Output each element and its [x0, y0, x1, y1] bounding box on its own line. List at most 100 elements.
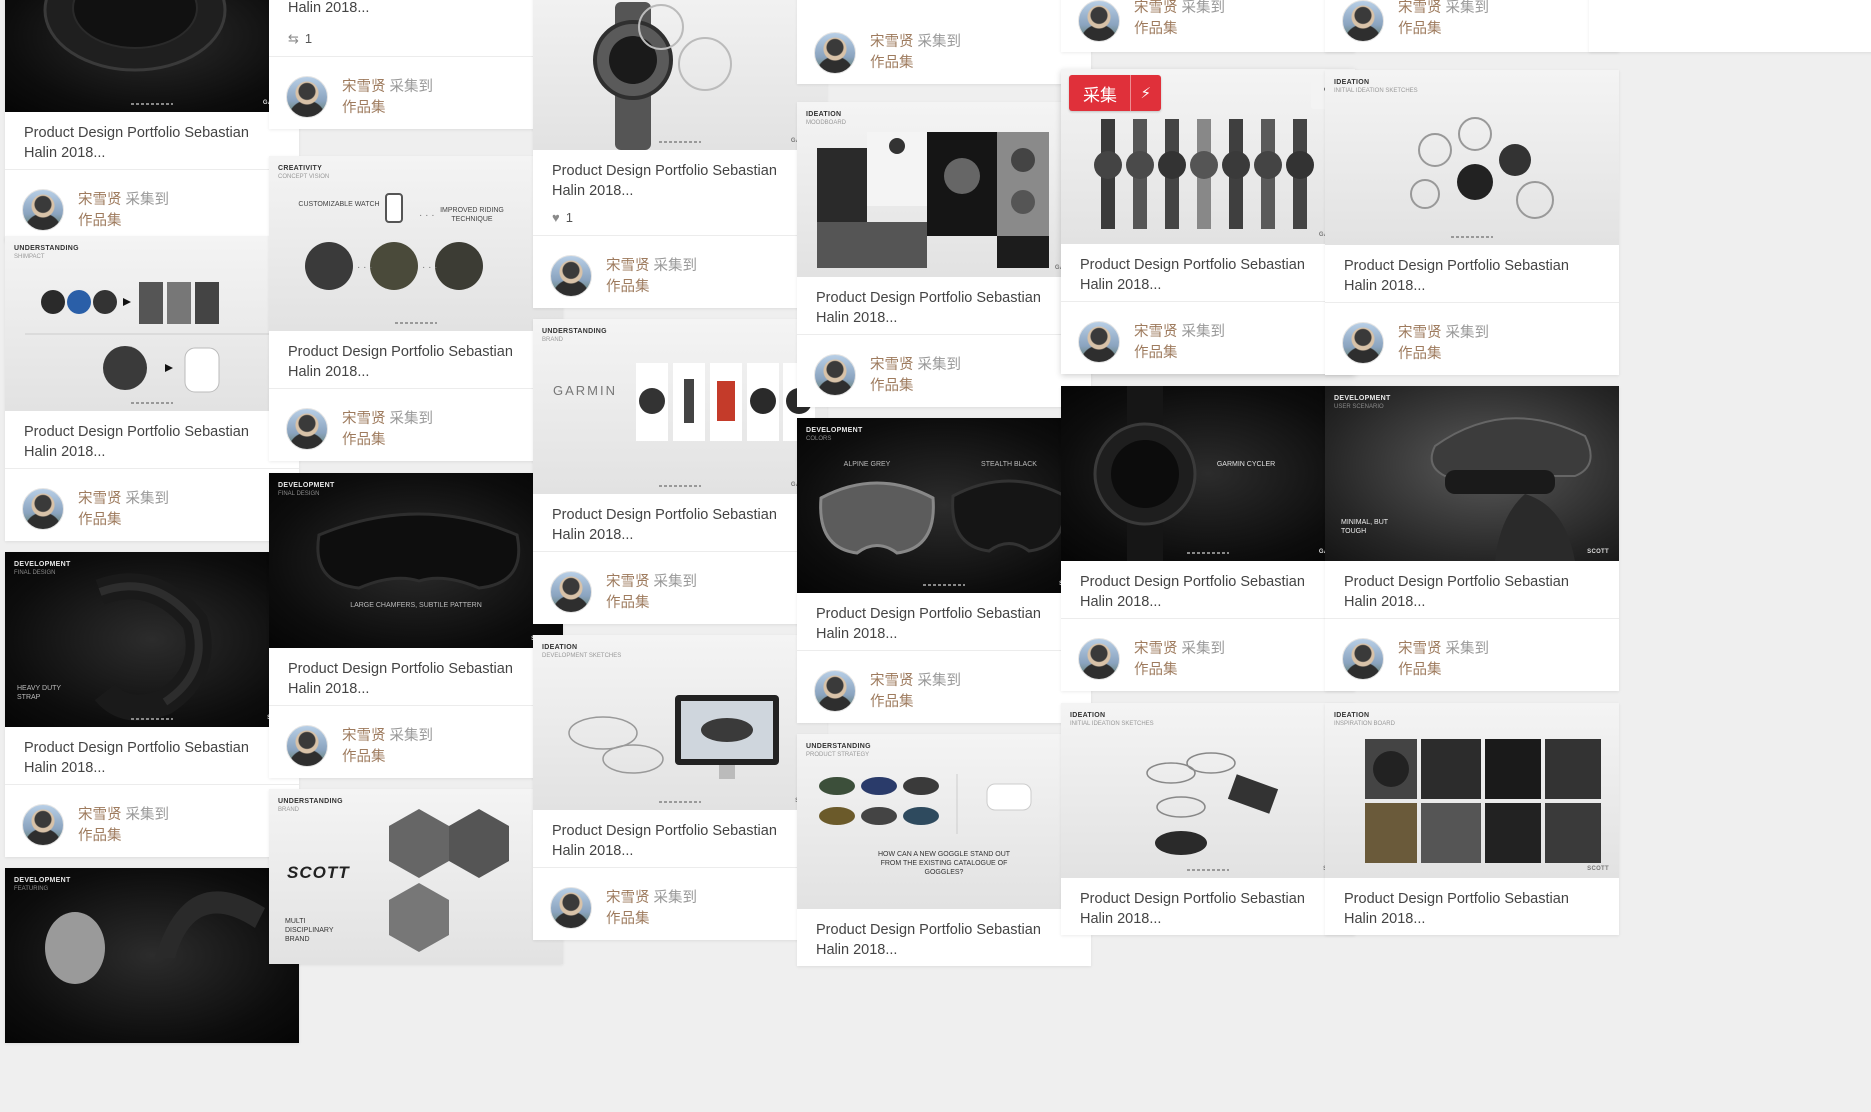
- avatar[interactable]: [1342, 638, 1384, 680]
- pin-image[interactable]: UNDERSTANDING BRAND SCOTT MULTI DISCIPLI…: [269, 789, 563, 964]
- pin-title[interactable]: Product Design Portfolio Sebastian Halin…: [797, 277, 1091, 334]
- pin-card[interactable]: GARMIN Product Design Portfolio Sebastia…: [5, 0, 299, 242]
- avatar[interactable]: [814, 32, 856, 74]
- collector-name[interactable]: 宋雪贤: [606, 890, 650, 906]
- avatar[interactable]: [550, 887, 592, 929]
- pin-card[interactable]: DEVELOPMENT COLORS ALPINE GREY STEALTH B…: [797, 418, 1091, 723]
- pin-card[interactable]: DEVELOPMENT USER SCENARIO MINIMAL, BUT T…: [1325, 386, 1619, 691]
- avatar[interactable]: [550, 571, 592, 613]
- board-link[interactable]: 作品集: [1134, 344, 1178, 362]
- pin-image[interactable]: GARMIN CYCLER GARMIN: [1061, 386, 1355, 561]
- pin-title[interactable]: Product Design Portfolio Sebastian Halin…: [797, 593, 1091, 650]
- board-link[interactable]: 作品集: [870, 54, 914, 72]
- pin-image[interactable]: DEVELOPMENT COLORS ALPINE GREY STEALTH B…: [797, 418, 1091, 593]
- collector-name[interactable]: 宋雪贤: [78, 192, 122, 208]
- pin-card[interactable]: GARMIN Product Design Portfolio Sebastia…: [533, 0, 827, 308]
- collector-name[interactable]: 宋雪贤: [342, 728, 386, 744]
- board-link[interactable]: 作品集: [606, 594, 650, 612]
- pin-card[interactable]: [1589, 0, 1871, 52]
- pin-title[interactable]: Product Design Portfolio Sebastian Halin…: [1325, 878, 1619, 935]
- pin-image[interactable]: GARMIN: [533, 0, 827, 150]
- board-link[interactable]: 作品集: [342, 431, 386, 449]
- board-link[interactable]: 作品集: [870, 693, 914, 711]
- avatar[interactable]: [22, 189, 64, 231]
- pin-image[interactable]: IDEATION DEVELOPMENT SKETCHES SCOTT: [533, 635, 827, 810]
- collector-name[interactable]: 宋雪贤: [1398, 0, 1442, 16]
- pin-image[interactable]: GARMIN: [5, 0, 299, 112]
- pin-image[interactable]: CREATIVITY CONCEPT VISION CUSTOMIZABLE W…: [269, 156, 563, 331]
- pin-title[interactable]: Product Design Portfolio Sebastian Halin…: [1061, 878, 1355, 935]
- pin-title[interactable]: Product Design Portfolio Sebastian Halin…: [533, 494, 827, 551]
- avatar[interactable]: [550, 255, 592, 297]
- pin-title[interactable]: Product Design Portfolio Sebastian Halin…: [5, 112, 299, 169]
- pin-image[interactable]: UNDERSTANDING BRAND GARMIN GARMIN: [533, 319, 827, 494]
- avatar[interactable]: [22, 488, 64, 530]
- avatar[interactable]: [286, 725, 328, 767]
- pin-title[interactable]: Product Design Portfolio Sebastian Halin…: [269, 648, 563, 705]
- pin-title[interactable]: Product Design Portfolio Sebastian Halin…: [269, 0, 563, 24]
- board-link[interactable]: 作品集: [78, 827, 122, 845]
- pin-card[interactable]: UNDERSTANDING BRAND SCOTT MULTI DISCIPLI…: [269, 789, 563, 964]
- collector-name[interactable]: 宋雪贤: [606, 574, 650, 590]
- board-link[interactable]: 作品集: [606, 910, 650, 928]
- board-link[interactable]: 作品集: [78, 212, 122, 230]
- pin-title[interactable]: Product Design Portfolio Sebastian Halin…: [797, 909, 1091, 966]
- pin-card[interactable]: CREATIVITY CONCEPT VISION CUSTOMIZABLE W…: [269, 156, 563, 461]
- avatar[interactable]: [1078, 0, 1120, 42]
- pin-image[interactable]: 采集 ⚡ ♥ GARMIN: [1061, 69, 1355, 244]
- pin-card[interactable]: IDEATION INITIAL IDEATION SKETCHES Produ…: [1325, 70, 1619, 375]
- pin-title[interactable]: Product Design Portfolio Sebastian Halin…: [1325, 561, 1619, 618]
- pin-card[interactable]: 宋雪贤 采集到 作品集: [797, 0, 1091, 84]
- avatar[interactable]: [286, 76, 328, 118]
- pin-card[interactable]: DEVELOPMENT FEATURING: [5, 868, 299, 1043]
- board-link[interactable]: 作品集: [1134, 20, 1178, 38]
- avatar[interactable]: [1342, 0, 1384, 42]
- collector-name[interactable]: 宋雪贤: [1398, 641, 1442, 657]
- board-link[interactable]: 作品集: [342, 748, 386, 766]
- pin-image[interactable]: UNDERSTANDING PRODUCT STRATEGY HOW CAN A…: [797, 734, 1091, 909]
- pin-title[interactable]: Product Design Portfolio Sebastian Halin…: [5, 411, 299, 468]
- collector-name[interactable]: 宋雪贤: [1134, 324, 1178, 340]
- collector-name[interactable]: 宋雪贤: [342, 411, 386, 427]
- pin-card[interactable]: IDEATION MOODBOARD GARMIN Product Design…: [797, 102, 1091, 407]
- collector-name[interactable]: 宋雪贤: [1134, 0, 1178, 16]
- board-link[interactable]: 作品集: [1398, 661, 1442, 679]
- pin-title[interactable]: Product Design Portfolio Sebastian Halin…: [1061, 244, 1355, 301]
- collector-name[interactable]: 宋雪贤: [78, 491, 122, 507]
- collector-name[interactable]: 宋雪贤: [606, 258, 650, 274]
- board-link[interactable]: 作品集: [78, 511, 122, 529]
- avatar[interactable]: [286, 408, 328, 450]
- avatar[interactable]: [1342, 322, 1384, 364]
- collector-name[interactable]: 宋雪贤: [870, 673, 914, 689]
- board-link[interactable]: 作品集: [1398, 20, 1442, 38]
- pin-image[interactable]: IDEATION MOODBOARD GARMIN: [797, 102, 1091, 277]
- pin-image[interactable]: UNDERSTANDING SHIMPACT: [5, 236, 299, 411]
- avatar[interactable]: [22, 804, 64, 846]
- board-link[interactable]: 作品集: [870, 377, 914, 395]
- collector-name[interactable]: 宋雪贤: [1134, 641, 1178, 657]
- avatar[interactable]: [1078, 638, 1120, 680]
- avatar[interactable]: [814, 354, 856, 396]
- pin-image[interactable]: DEVELOPMENT FINAL DESIGN LARGE CHAMFERS,…: [269, 473, 563, 648]
- pin-image[interactable]: IDEATION INITIAL IDEATION SKETCHES: [1325, 70, 1619, 245]
- pin-image[interactable]: DEVELOPMENT USER SCENARIO MINIMAL, BUT T…: [1325, 386, 1619, 561]
- pin-card[interactable]: IDEATION DEVELOPMENT SKETCHES SCOTT Prod…: [533, 635, 827, 940]
- pin-card[interactable]: UNDERSTANDING SHIMPACT Product Design Po…: [5, 236, 299, 541]
- pin-card[interactable]: 采集 ⚡ ♥ GARMIN Product Design Portfolio S…: [1061, 69, 1355, 374]
- pin-card[interactable]: 宋雪贤 采集到 作品集: [1061, 0, 1355, 52]
- pin-card[interactable]: IDEATION INITIAL IDEATION SKETCHES SCOTT…: [1061, 703, 1355, 935]
- board-link[interactable]: 作品集: [342, 99, 386, 117]
- pin-card[interactable]: IDEATION INSPIRATION BOARD SCOTT Product…: [1325, 703, 1619, 935]
- collector-name[interactable]: 宋雪贤: [1398, 325, 1442, 341]
- pin-image[interactable]: DEVELOPMENT FINAL DESIGN HEAVY DUTY STRA…: [5, 552, 299, 727]
- lightning-icon[interactable]: ⚡: [1129, 75, 1161, 111]
- pin-title[interactable]: Product Design Portfolio Sebastian Halin…: [533, 810, 827, 867]
- pin-card[interactable]: DEVELOPMENT FINAL DESIGN HEAVY DUTY STRA…: [5, 552, 299, 857]
- pin-image[interactable]: IDEATION INSPIRATION BOARD SCOTT: [1325, 703, 1619, 878]
- avatar[interactable]: [1078, 321, 1120, 363]
- board-link[interactable]: 作品集: [1398, 345, 1442, 363]
- collector-name[interactable]: 宋雪贤: [342, 79, 386, 95]
- pin-card[interactable]: UNDERSTANDING BRAND GARMIN GARMIN Produc…: [533, 319, 827, 624]
- avatar[interactable]: [814, 670, 856, 712]
- pin-title[interactable]: Product Design Portfolio Sebastian Halin…: [1061, 561, 1355, 618]
